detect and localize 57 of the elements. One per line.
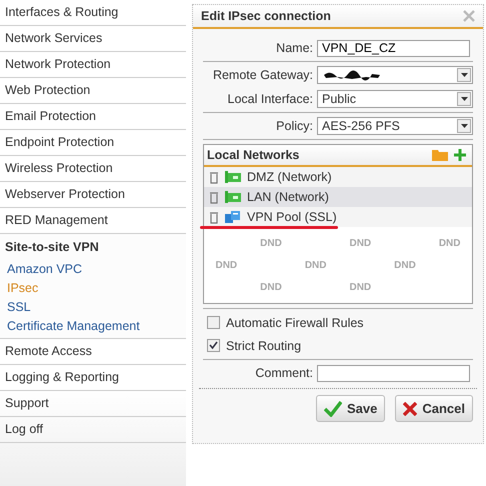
policy-dropdown[interactable]: AES-256 PFS [317, 117, 473, 135]
local-interface-dropdown[interactable]: Public [317, 90, 473, 108]
sidebar-subitem[interactable]: SSL [0, 298, 186, 317]
network-label: VPN Pool (SSL) [247, 210, 337, 224]
save-button[interactable]: Save [316, 395, 386, 422]
plus-icon[interactable] [454, 149, 466, 161]
cancel-button[interactable]: Cancel [395, 395, 473, 422]
sidebar-item[interactable]: Network Services [0, 26, 186, 52]
checkbox[interactable] [207, 316, 220, 329]
remote-gateway-dropdown[interactable] [317, 66, 473, 84]
trash-icon[interactable] [209, 170, 219, 184]
checkmark-icon [324, 400, 342, 416]
checkbox-label: Automatic Firewall Rules [226, 316, 364, 330]
sidebar-subitem[interactable]: Amazon VPC [0, 260, 186, 279]
trash-icon[interactable] [209, 210, 219, 224]
drop-zone-label: DND [348, 237, 372, 251]
sidebar-subitem[interactable]: Certificate Management [0, 317, 186, 336]
trash-icon[interactable] [209, 190, 219, 204]
checkbox[interactable] [207, 339, 220, 352]
sidebar-item[interactable]: Web Protection [0, 78, 186, 104]
field-label: Comment: [254, 366, 313, 380]
sidebar-item[interactable]: Wireless Protection [0, 156, 186, 182]
field-label: Name: [275, 41, 313, 55]
sidebar-item[interactable]: Remote Access [0, 339, 186, 365]
network-label: LAN (Network) [247, 190, 329, 204]
folder-icon[interactable] [432, 149, 448, 161]
name-field[interactable]: VPN_DE_CZ [317, 40, 470, 56]
drop-zone-label: DND [304, 259, 328, 273]
checkbox-label: Strict Routing [226, 338, 302, 352]
drop-zone-label: DND [438, 237, 462, 251]
sidebar-item[interactable]: Interfaces & Routing [0, 0, 186, 26]
network-icon [225, 191, 241, 203]
sidebar-item[interactable]: Webserver Protection [0, 182, 186, 208]
field-label: Policy: [275, 119, 313, 133]
network-row[interactable]: LAN (Network) [204, 187, 472, 207]
panel-title: Local Networks [207, 148, 300, 162]
field-label: Remote Gateway: [212, 68, 313, 82]
network-label: DMZ (Network) [247, 170, 332, 184]
network-icon [225, 171, 241, 183]
drop-zone-label: DND [259, 281, 283, 295]
sidebar-item[interactable]: Log off [0, 417, 186, 443]
dialog-title: Edit IPsec connection [201, 9, 331, 23]
close-icon [403, 402, 418, 416]
sidebar-item[interactable]: Support [0, 391, 186, 417]
sidebar-item[interactable]: Network Protection [0, 52, 186, 78]
servers-icon [225, 211, 241, 223]
network-row[interactable]: DMZ (Network) [204, 167, 472, 187]
drop-zone-label: DND [259, 237, 283, 251]
sidebar-item[interactable]: Endpoint Protection [0, 130, 186, 156]
drop-zone-label: DND [348, 281, 372, 295]
sidebar-section[interactable]: Site-to-site VPN [0, 234, 186, 260]
drop-zone-label: DND [214, 259, 238, 273]
comment-field[interactable] [317, 364, 470, 382]
sidebar-item[interactable]: Logging & Reporting [0, 365, 186, 391]
drop-zone-label: DND [393, 259, 417, 273]
field-label: Local Interface: [226, 92, 313, 106]
sidebar-item[interactable]: Email Protection [0, 104, 186, 130]
